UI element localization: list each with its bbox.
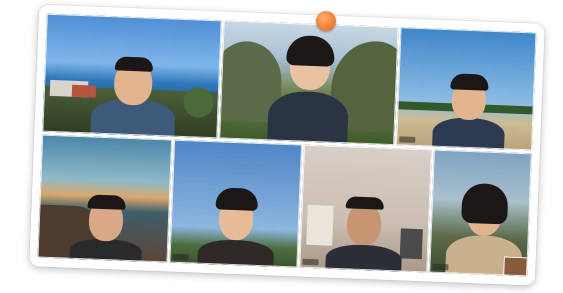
participant-tile-2[interactable] xyxy=(219,20,399,146)
participant-tile-5[interactable] xyxy=(169,139,303,268)
participant-tile-3[interactable] xyxy=(396,27,537,151)
participant-video xyxy=(257,28,361,146)
participant-tile-1[interactable] xyxy=(42,13,222,139)
name-label xyxy=(172,253,189,261)
participant-tile-6[interactable] xyxy=(299,144,432,273)
name-label xyxy=(432,263,449,271)
participant-video xyxy=(323,190,406,273)
participant-video xyxy=(428,58,511,151)
participant-tile-7[interactable] xyxy=(429,149,532,277)
participant-tile-4[interactable] xyxy=(37,134,173,263)
participant-grid xyxy=(37,13,537,277)
participant-video xyxy=(65,192,148,263)
video-grid-card xyxy=(29,4,545,286)
participant-video xyxy=(195,179,278,268)
name-label xyxy=(399,136,416,143)
push-pin-icon xyxy=(316,11,336,31)
name-label xyxy=(302,258,319,266)
participant-tile-8[interactable] xyxy=(503,256,528,277)
participant-video xyxy=(82,45,185,139)
